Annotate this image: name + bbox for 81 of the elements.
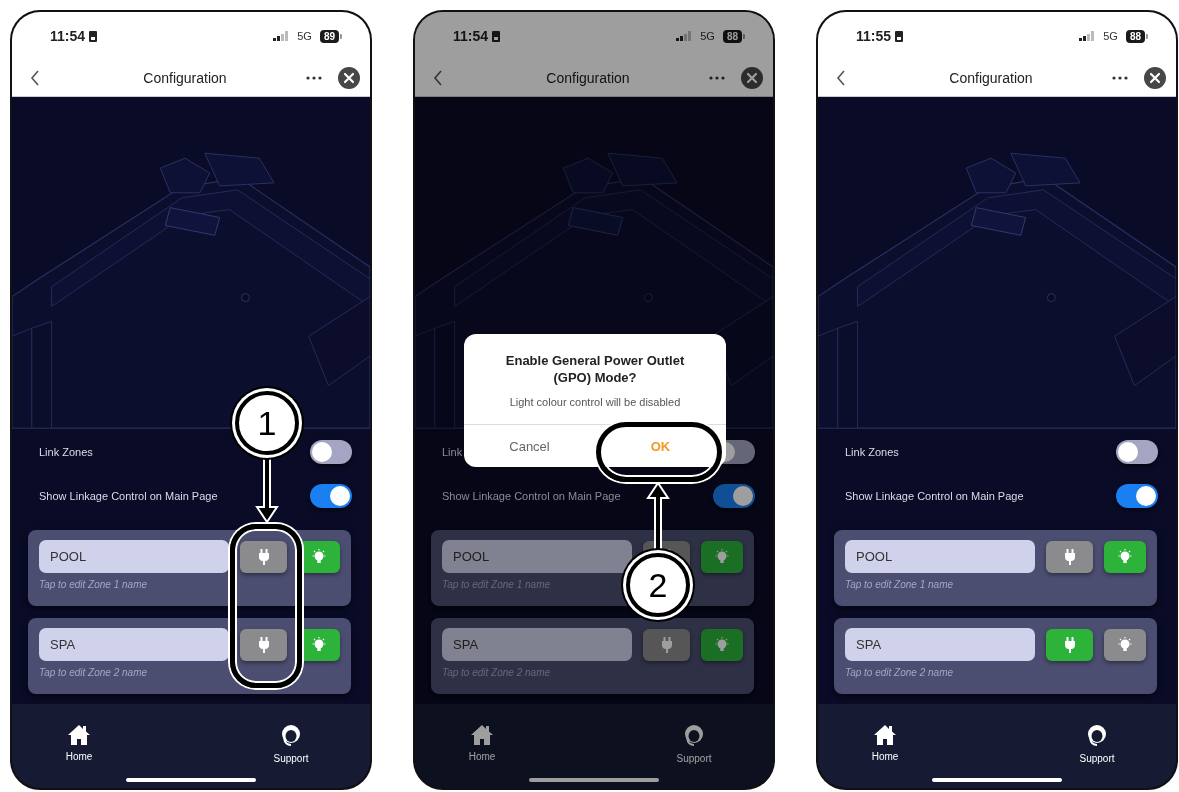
tab-item[interactable]: Home	[460, 724, 504, 764]
headset-icon	[280, 724, 302, 748]
screen-title: Configuration	[949, 70, 1033, 86]
zone-name-field[interactable]: SPA	[39, 628, 229, 661]
zone-name-field[interactable]: SPA	[442, 628, 632, 661]
clock-time: 11:54	[50, 28, 86, 44]
toggle-switch[interactable]	[310, 484, 352, 508]
gpo-button[interactable]	[1046, 628, 1093, 661]
gpo-button[interactable]	[1046, 540, 1093, 573]
setting-label: Link Zones	[39, 446, 93, 458]
back-icon[interactable]	[836, 70, 846, 86]
hint-text: Tap to edit Zone 2 name	[39, 667, 148, 678]
zone-name-field[interactable]: POOL	[39, 540, 229, 573]
gpo-button[interactable]	[643, 628, 690, 661]
bulb-icon	[310, 547, 328, 566]
battery-indicator: 89	[319, 29, 339, 43]
setting-label: Link	[442, 446, 463, 458]
more-icon[interactable]	[709, 76, 725, 80]
bulb-icon	[713, 547, 731, 566]
zone-name-field[interactable]: POOL	[845, 540, 1035, 573]
back-icon[interactable]	[30, 70, 40, 86]
plug-icon	[1062, 636, 1077, 653]
network-label: 5G	[297, 30, 312, 42]
card-icon	[895, 30, 904, 42]
hint-text: Tap to edit Zone 1 name	[39, 579, 148, 590]
close-icon[interactable]	[338, 67, 360, 89]
toggle-switch[interactable]	[1116, 440, 1158, 464]
zone-name-field[interactable]: POOL	[442, 540, 632, 573]
dialog-title: Enable General Power Outlet (GPO) Mode?	[504, 352, 686, 386]
tab-item[interactable]: Support	[269, 724, 313, 764]
back-icon[interactable]	[433, 70, 443, 86]
home-icon	[67, 724, 91, 746]
battery-indicator: 88	[722, 29, 742, 43]
setting-label: Show Linkage Control on Main Page	[845, 490, 1024, 502]
bulb-icon	[713, 635, 731, 654]
headset-icon	[683, 724, 705, 748]
network-label: 5G	[1103, 30, 1118, 42]
gpo-button[interactable]	[240, 628, 287, 661]
more-icon[interactable]	[1112, 76, 1128, 80]
tab-item[interactable]: Home	[57, 724, 101, 764]
screen-title: Configuration	[546, 70, 630, 86]
battery-indicator: 88	[1125, 29, 1145, 43]
setting-label: Show Linkage Control on Main Page	[39, 490, 218, 502]
plug-icon	[659, 636, 674, 653]
cancel-button[interactable]: Cancel	[464, 425, 595, 467]
close-icon[interactable]	[1144, 67, 1166, 89]
signal-icon	[676, 31, 693, 41]
zone-name-field[interactable]: SPA	[845, 628, 1035, 661]
tab-item[interactable]: Home	[863, 724, 907, 764]
signal-icon	[1079, 31, 1096, 41]
signal-icon	[273, 31, 290, 41]
headset-icon	[1086, 724, 1108, 748]
light-button[interactable]	[1104, 628, 1146, 661]
plug-icon	[256, 636, 271, 653]
setting-label: Link Zones	[845, 446, 899, 458]
plug-icon	[1062, 548, 1077, 565]
toggle-switch[interactable]	[310, 440, 352, 464]
tab-item[interactable]: Support	[672, 724, 716, 764]
gpo-button[interactable]	[240, 540, 287, 573]
light-button[interactable]	[1104, 540, 1146, 573]
bulb-icon	[1116, 547, 1134, 566]
setting-label: Show Linkage Control on Main Page	[442, 490, 621, 502]
plug-icon	[256, 548, 271, 565]
dialog-message: Light colour control will be disabled	[509, 396, 681, 408]
bulb-icon	[1116, 635, 1134, 654]
card-icon	[89, 30, 98, 42]
network-label: 5G	[700, 30, 715, 42]
clock-time: 11:54	[453, 28, 489, 44]
screen-title: Configuration	[143, 70, 227, 86]
home-icon	[470, 724, 494, 746]
bulb-icon	[310, 635, 328, 654]
close-icon[interactable]	[741, 67, 763, 89]
more-icon[interactable]	[306, 76, 322, 80]
tab-item[interactable]: Support	[1075, 724, 1119, 764]
toggle-switch[interactable]	[713, 484, 755, 508]
hint-text: Tap to edit Zone 2 name	[845, 667, 954, 678]
card-icon	[492, 30, 501, 42]
hint-text: Tap to edit Zone 1 name	[845, 579, 954, 590]
clock-time: 11:55	[856, 28, 892, 44]
home-icon	[873, 724, 897, 746]
toggle-switch[interactable]	[1116, 484, 1158, 508]
